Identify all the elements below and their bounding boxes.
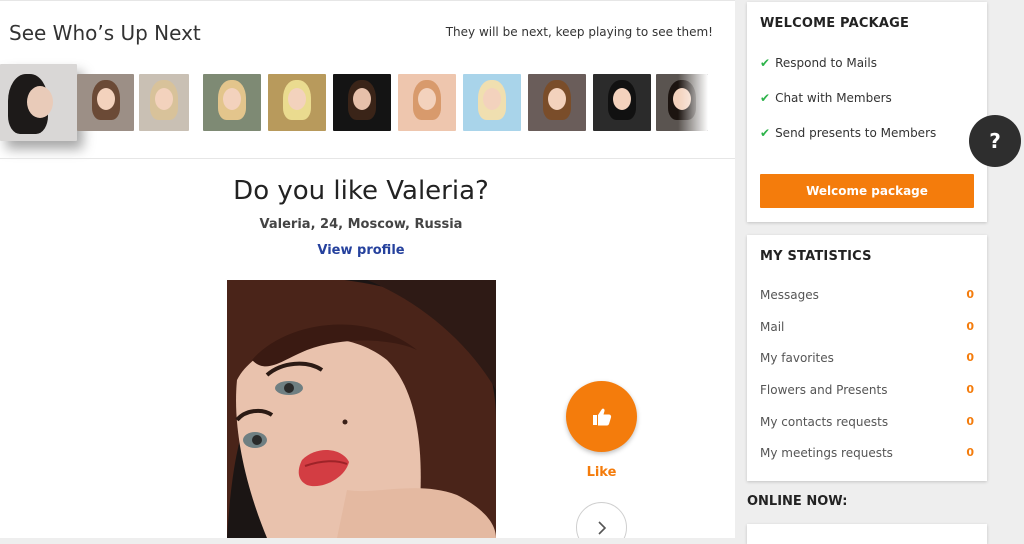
main-content: See Who’s Up Next They will be next, kee… <box>0 0 735 538</box>
thumbnail-6[interactable] <box>398 74 456 131</box>
thumbnail-10[interactable] <box>656 74 708 131</box>
my-statistics-card: MY STATISTICS Messages 0 Mail 0 My favorit… <box>747 235 987 481</box>
like-label: Like <box>586 465 617 480</box>
up-next-thumbnails <box>0 64 735 144</box>
online-now-heading: ONLINE NOW: <box>747 494 848 509</box>
welcome-item-1: ✔ Respond to Mails <box>760 56 877 70</box>
current-profile-thumbnail[interactable] <box>0 64 77 141</box>
thumbs-up-icon <box>592 408 611 425</box>
stat-meetings-requests[interactable]: My meetings requests 0 <box>760 446 974 460</box>
welcome-package-title: WELCOME PACKAGE <box>760 16 910 31</box>
thumbnail-2[interactable] <box>139 74 189 131</box>
thumbnail-3[interactable] <box>203 74 261 131</box>
up-next-title: See Who’s Up Next <box>9 21 201 45</box>
check-icon: ✔ <box>760 126 771 140</box>
thumbnail-8[interactable] <box>528 74 586 131</box>
profile-photo[interactable] <box>227 280 496 538</box>
welcome-package-button[interactable]: Welcome package <box>760 174 974 208</box>
stat-mail[interactable]: Mail 0 <box>760 320 974 334</box>
thumbnail-1[interactable] <box>77 74 134 131</box>
welcome-package-card: WELCOME PACKAGE ✔ Respond to Mails ✔ Chat … <box>747 2 987 222</box>
thumbnail-7[interactable] <box>463 74 521 131</box>
like-button[interactable] <box>566 381 637 452</box>
stat-contacts-requests[interactable]: My contacts requests 0 <box>760 415 974 429</box>
view-profile-link[interactable]: View profile <box>0 243 722 258</box>
welcome-item-3: ✔ Send presents to Members <box>760 126 937 140</box>
section-divider <box>0 158 735 159</box>
check-icon: ✔ <box>760 56 771 70</box>
thumbnail-4[interactable] <box>268 74 326 131</box>
stat-flowers-presents[interactable]: Flowers and Presents 0 <box>760 383 974 397</box>
thumbnail-9[interactable] <box>593 74 651 131</box>
welcome-item-2: ✔ Chat with Members <box>760 91 892 105</box>
my-statistics-title: MY STATISTICS <box>760 249 872 264</box>
profile-photo-image <box>227 280 496 538</box>
online-now-card <box>747 524 987 544</box>
help-button[interactable]: ? <box>969 115 1021 167</box>
profile-details: Valeria, 24, Moscow, Russia <box>259 217 463 232</box>
next-button[interactable] <box>576 502 627 538</box>
question-mark-icon: ? <box>989 129 1001 153</box>
thumbnail-5[interactable] <box>333 74 391 131</box>
check-icon: ✔ <box>760 91 771 105</box>
like-question: Do you like Valeria? <box>233 176 489 206</box>
chevron-right-icon <box>597 520 606 535</box>
stat-messages[interactable]: Messages 0 <box>760 288 974 302</box>
stat-favorites[interactable]: My favorites 0 <box>760 351 974 365</box>
up-next-hint: They will be next, keep playing to see t… <box>445 25 713 39</box>
